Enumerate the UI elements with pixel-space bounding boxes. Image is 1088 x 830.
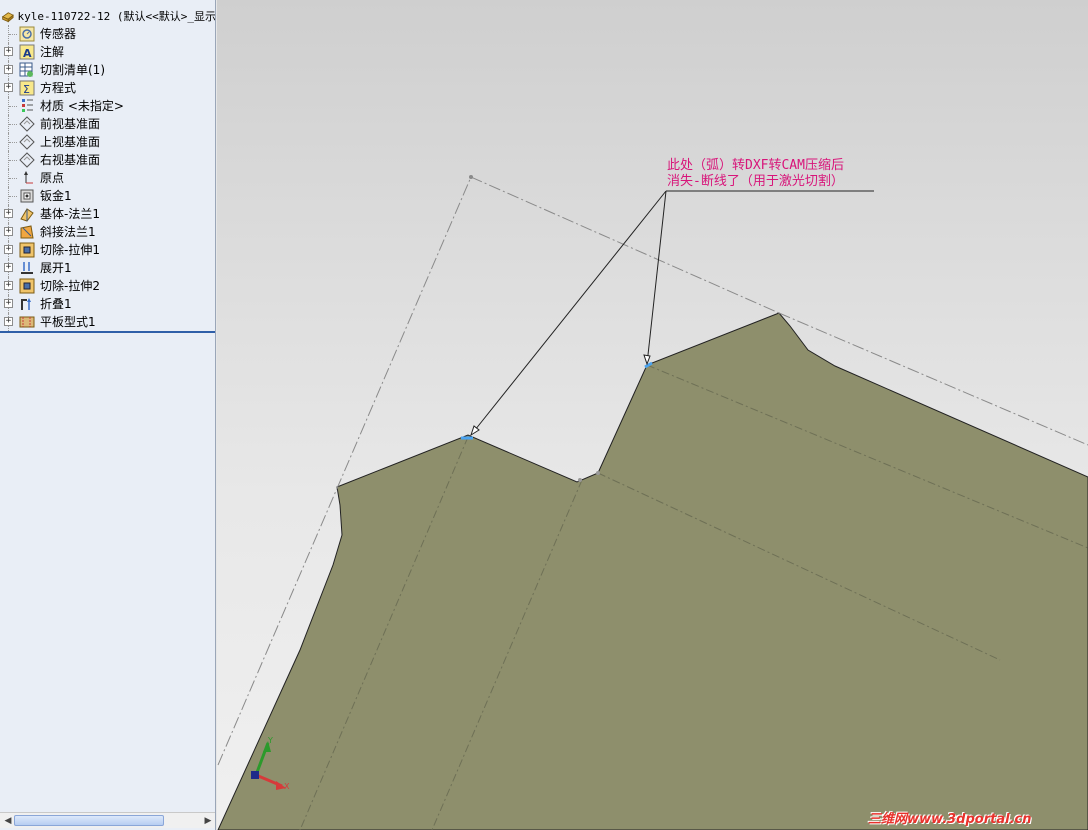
base-flange-icon [20,208,34,222]
material-icon [22,99,33,112]
tree-item-label: 上视基准面 [40,135,101,149]
tree-item-label: 切除-拉伸1 [40,243,100,257]
tree-guide-line [9,196,17,197]
cut-extrude-icon [19,278,35,294]
tree-divider [0,331,215,333]
sensor-icon [19,26,35,42]
tree-item-label: 传感器 [40,27,77,41]
expand-icon[interactable]: + [4,263,13,272]
expand-icon[interactable]: + [4,47,13,56]
tree-item[interactable]: + 基体-法兰1 [0,205,215,223]
sheet-metal-icon [20,189,34,203]
phantom-vertex [469,175,473,179]
tree-item[interactable]: 钣金1 [0,187,215,205]
equation-icon: Σ [19,80,35,96]
expand-icon[interactable]: + [4,317,13,326]
watermark-text: 三维网www.3dportal.cn [868,812,1032,827]
expand-icon[interactable]: + [4,245,13,254]
feature-list: 传感器 + A 注解 + 切割清单(1) + Σ 方程式材质 <未指定> 前视基准面上视基准面右视… [0,25,215,331]
model-view [217,175,1088,830]
flat-pattern-icon [19,316,35,328]
triad-y-label: Y [268,736,273,745]
unfold-icon [21,262,33,274]
scroll-left-icon[interactable]: ◀ [2,815,14,827]
tree-item[interactable]: + 切除-拉伸1 [0,241,215,259]
scroll-right-icon[interactable]: ▶ [202,815,214,827]
tree-guide-line [9,142,17,143]
tree-item[interactable]: 原点 [0,169,215,187]
tree-item[interactable]: 上视基准面 [0,133,215,151]
tree-item-label: 折叠1 [40,297,72,311]
plane-icon [19,116,35,132]
expand-icon[interactable]: + [4,209,13,218]
tree-item[interactable]: 右视基准面 [0,151,215,169]
tree-item[interactable]: + 展开1 [0,259,215,277]
tree-item[interactable]: + 切割清单(1) [0,61,215,79]
tree-guide-line [9,160,17,161]
tree-item[interactable]: + 切除-拉伸2 [0,277,215,295]
feature-manager-tree: kyle-110722-12 (默认<<默认>_显示 传感器 + A 注解 + 切割清单(… [0,0,216,830]
scrollbar-thumb[interactable] [14,815,164,826]
cut-list-icon [19,62,33,77]
annotation-icon: A [19,44,35,60]
tree-root-label: kyle-110722-12 (默认<<默认>_显示 [17,10,216,23]
svg-text:Σ: Σ [23,83,30,96]
tree-item-label: 原点 [40,171,65,185]
plane-icon [19,152,35,168]
tree-item-label: 注解 [40,45,65,59]
tree-item-label: 方程式 [40,81,77,95]
tree-item-label: 基体-法兰1 [40,207,100,221]
tree-guide-line [9,34,17,35]
svg-text:A: A [23,47,32,60]
tree-item[interactable]: 前视基准面 [0,115,215,133]
tree-guide-line [9,124,17,125]
tree-item-label: 右视基准面 [40,153,101,167]
tree-item-label: 切割清单(1) [40,63,105,77]
tree-item[interactable]: + A 注解 [0,43,215,61]
tree-item-label: 斜接法兰1 [40,225,96,239]
cut-extrude-icon [19,242,35,258]
annotation-line-1[interactable]: 此处（弧）转DXF转CAM压缩后 [667,158,844,174]
tree-item-label: 平板型式1 [40,315,96,329]
tree-guide-line [9,106,17,107]
leader-arrowhead-icon [643,354,651,366]
tree-item[interactable]: + 斜接法兰1 [0,223,215,241]
arc-point [578,478,582,482]
tree-item[interactable]: 材质 <未指定> [0,97,215,115]
origin-icon [24,171,33,184]
tree-item-label: 切除-拉伸2 [40,279,100,293]
tree-item-label: 材质 <未指定> [40,99,124,113]
tree-item-label: 钣金1 [40,189,72,203]
graphics-viewport[interactable]: 此处（弧）转DXF转CAM压缩后 消失-断线了（用于激光切割） Y X 三维网w… [217,0,1088,830]
tree-item[interactable]: + 平板型式1 [0,313,215,331]
tree-root-part[interactable]: kyle-110722-12 (默认<<默认>_显示 [0,7,216,25]
expand-icon[interactable]: + [4,299,13,308]
plane-icon [19,134,35,150]
tree-guide-line [9,178,17,179]
miter-flange-icon [20,225,34,239]
tree-horizontal-scrollbar[interactable]: ◀ ▶ [0,812,215,828]
expand-icon[interactable]: + [4,227,13,236]
tree-item-label: 展开1 [40,261,72,275]
tree-item[interactable]: + 折叠1 [0,295,215,313]
tree-item[interactable]: + Σ 方程式 [0,79,215,97]
arc-point [596,471,600,475]
tree-item[interactable]: 传感器 [0,25,215,43]
annotation-line-2[interactable]: 消失-断线了（用于激光切割） [667,174,844,190]
part-icon [1,12,14,23]
expand-icon[interactable]: + [4,65,13,74]
leader-arrowhead-icon [470,425,480,437]
sheet-metal-flat-face[interactable] [217,312,1088,830]
expand-icon[interactable]: + [4,281,13,290]
fold-icon [21,298,31,310]
triad-x-label: X [284,782,290,791]
expand-icon[interactable]: + [4,83,13,92]
tree-item-label: 前视基准面 [40,117,101,131]
